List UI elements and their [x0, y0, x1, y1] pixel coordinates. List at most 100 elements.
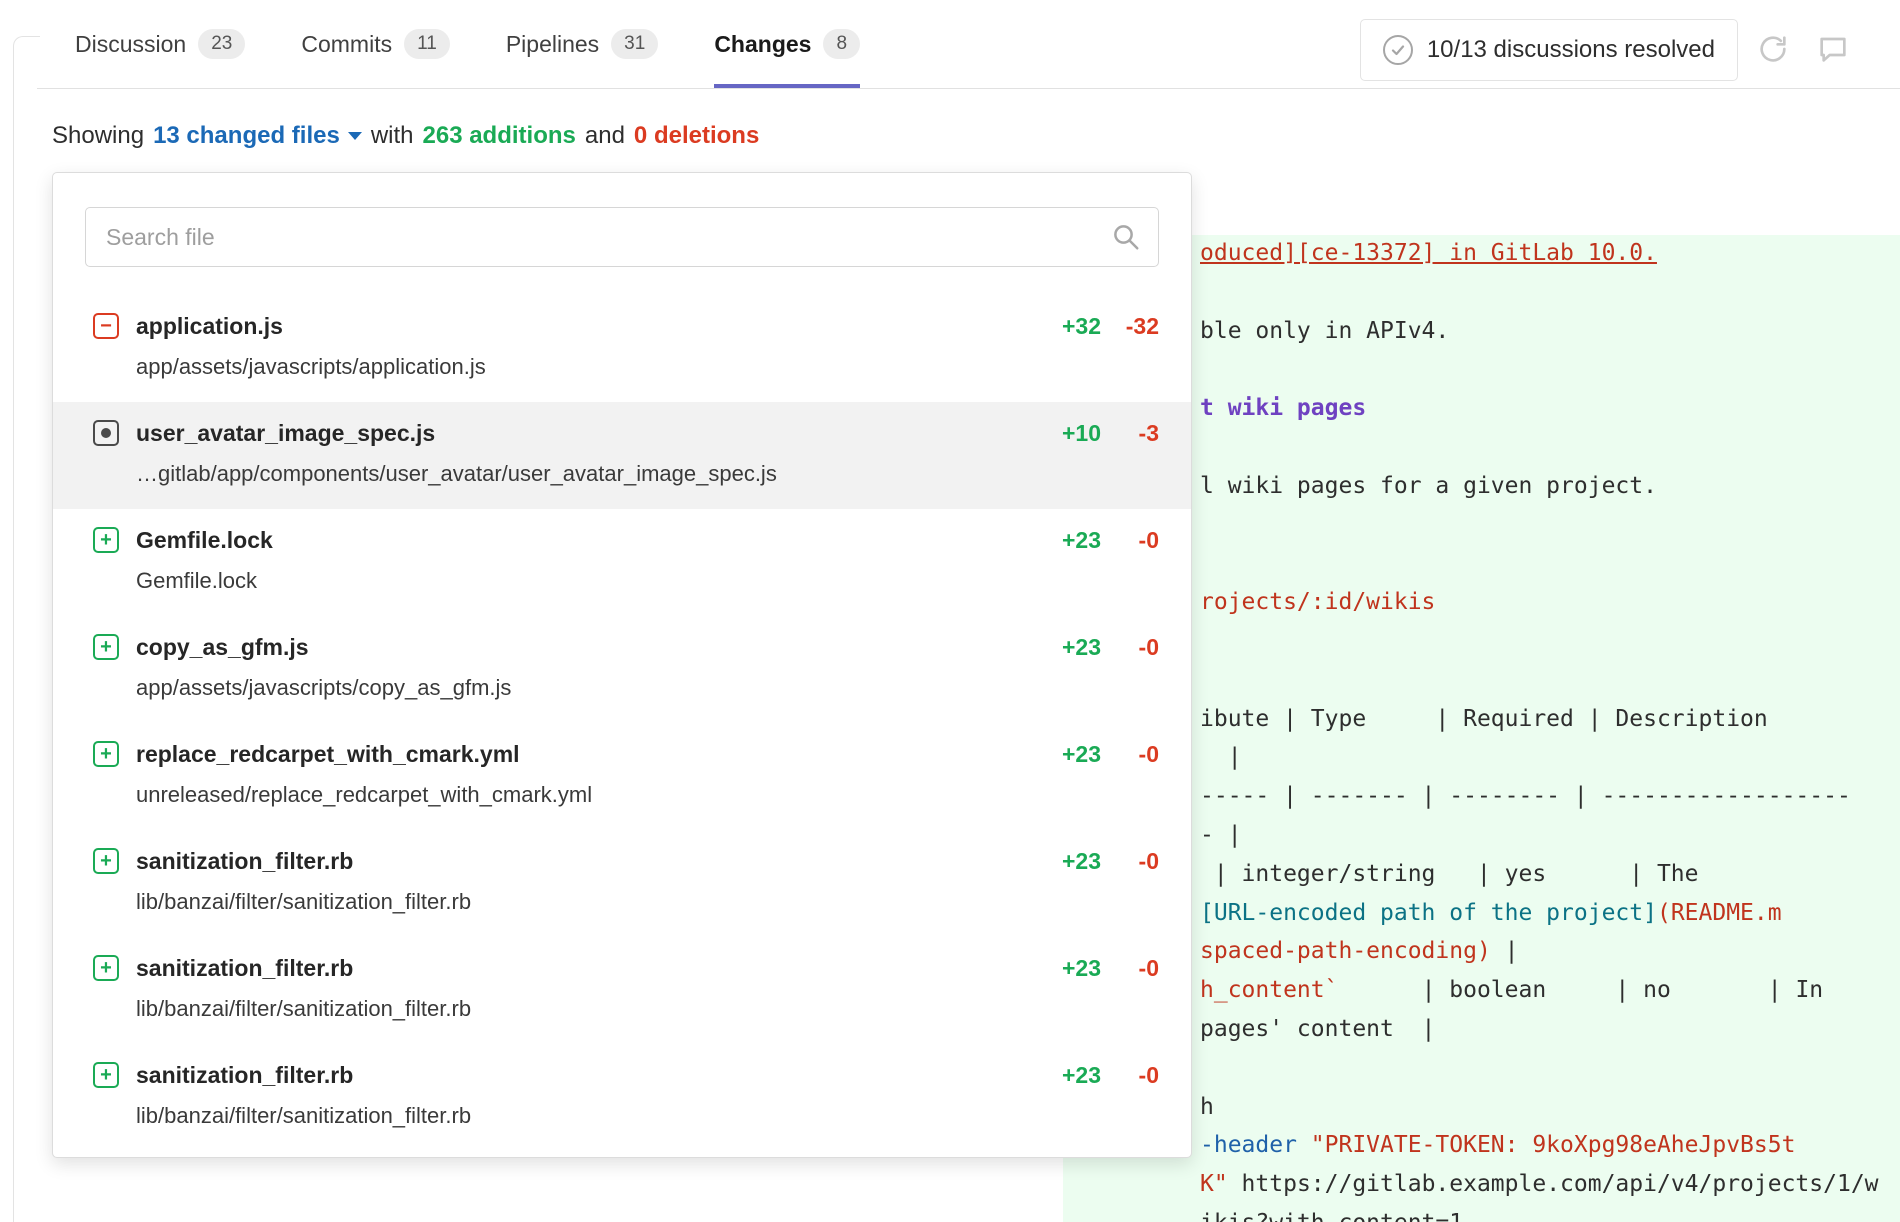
tab-commits[interactable]: Commits11	[301, 0, 449, 88]
file-deletions-count: -0	[1101, 525, 1159, 555]
file-list-item[interactable]: +sanitization_filter.rblib/banzai/filter…	[53, 830, 1191, 937]
file-additions-count: +32	[1027, 311, 1101, 341]
jump-to-next-discussion-button[interactable]	[1808, 25, 1858, 75]
file-path: lib/banzai/filter/sanitization_filter.rb	[136, 1101, 1027, 1131]
diff-line: -header "PRIVATE-TOKEN: 9koXpg98eAheJpvB…	[1200, 1126, 1879, 1165]
file-list-item[interactable]: + sanitization_filter.rb lib/banzai/filter…	[53, 937, 1191, 1044]
file-deletions-count: -0	[1101, 846, 1159, 876]
header-actions: 10/13 discussions resolved	[1360, 19, 1858, 81]
panel-corner-border	[13, 36, 40, 1222]
discussions-resolved-counter[interactable]: 10/13 discussions resolved	[1360, 19, 1738, 81]
merge-request-changes-page: 22 oduced][ce-13372] in GitLab 10.0. ble…	[0, 0, 1900, 1222]
diff-line: | integer/string | yes | The	[1200, 855, 1879, 894]
file-deletions-count: -0	[1101, 632, 1159, 662]
file-deleted-icon: −	[93, 313, 119, 339]
file-additions-count: +10	[1027, 418, 1101, 448]
file-search-input[interactable]	[85, 207, 1159, 267]
file-name: sanitization_filter.rb	[136, 953, 1027, 983]
diff-line: [URL-encoded path of the project](README…	[1200, 894, 1879, 933]
changed-files-dropdown-toggle[interactable]: 13 changed files	[153, 122, 362, 150]
file-additions-count: +23	[1027, 525, 1101, 555]
diff-line	[1200, 350, 1879, 389]
tab-discussion[interactable]: Discussion23	[75, 0, 245, 88]
file-list-item[interactable]: + sanitization_filter.rb lib/banzai/filter…	[53, 1044, 1191, 1151]
diff-line: ----- | ------- | -------- | -----------…	[1200, 777, 1879, 816]
deletions-total: 0 deletions	[634, 122, 759, 150]
changes-summary: Showing 13 changed files with 263 additi…	[52, 122, 759, 150]
file-added-icon: +	[93, 1062, 119, 1088]
file-name: Gemfile.lock	[136, 525, 1027, 555]
file-additions-count: +23	[1027, 846, 1101, 876]
file-deletions-count: -3	[1101, 418, 1159, 448]
file-path: app/assets/javascripts/application.js	[136, 352, 1027, 382]
tab-count-badge: 11	[404, 29, 450, 59]
diff-line	[1200, 622, 1879, 661]
file-name: copy_as_gfm.js	[136, 632, 1027, 662]
file-deletions-count: -0	[1101, 1060, 1159, 1090]
file-added-icon: +	[93, 634, 119, 660]
file-name: sanitization_filter.rb	[136, 1060, 1027, 1090]
tab-count-badge: 8	[823, 29, 860, 59]
file-path: lib/banzai/filter/sanitization_filter.rb	[136, 994, 1027, 1024]
file-list-item[interactable]: +replace_redcarpet_with_cmark.ymlunrelea…	[53, 723, 1191, 830]
file-additions-count: +23	[1027, 739, 1101, 769]
diff-line: h_content` | boolean | no | In	[1200, 971, 1879, 1010]
diff-line: oduced][ce-13372] in GitLab 10.0.	[1200, 234, 1879, 273]
file-deletions-count: -32	[1101, 311, 1159, 341]
caret-down-icon	[348, 132, 362, 140]
file-list-item[interactable]: −application.js app/assets/javascripts/ap…	[53, 295, 1191, 402]
circular-arrow-icon	[1757, 33, 1789, 68]
diff-line: - |	[1200, 816, 1879, 855]
diff-line: pages' content |	[1200, 1010, 1879, 1049]
file-path: lib/banzai/filter/sanitization_filter.rb	[136, 887, 1027, 917]
file-search	[85, 207, 1159, 267]
diff-line: ble only in APIv4.	[1200, 312, 1879, 351]
file-path: Gemfile.lock	[136, 566, 1027, 596]
file-deletions-count: -0	[1101, 739, 1159, 769]
diff-line	[1200, 428, 1879, 467]
file-name: sanitization_filter.rb	[136, 846, 1027, 876]
diff-code: oduced][ce-13372] in GitLab 10.0. ble on…	[1200, 234, 1879, 1222]
file-path: …gitlab/app/components/user_avatar/user_…	[136, 459, 1027, 489]
file-path: app/assets/javascripts/copy_as_gfm.js	[136, 673, 1027, 703]
diff-line: t wiki pages	[1200, 389, 1879, 428]
diff-line: l wiki pages for a given project.	[1200, 467, 1879, 506]
file-name: user_avatar_image_spec.js	[136, 418, 1027, 448]
changed-files-dropdown: −application.js app/assets/javascripts/ap…	[52, 172, 1192, 1158]
summary-prefix: Showing	[52, 122, 144, 150]
diff-line	[1200, 506, 1879, 545]
tab-label: Changes	[714, 31, 811, 58]
diff-line: |	[1200, 738, 1879, 777]
check-circle-icon	[1383, 35, 1413, 65]
file-added-icon: +	[93, 955, 119, 981]
file-additions-count: +23	[1027, 953, 1101, 983]
diff-line: spaced-path-encoding) |	[1200, 932, 1879, 971]
diff-line	[1200, 661, 1879, 700]
file-added-icon: +	[93, 741, 119, 767]
diff-line: ikis?with_content=1	[1200, 1204, 1879, 1222]
diff-line: h	[1200, 1088, 1879, 1127]
file-deletions-count: -0	[1101, 953, 1159, 983]
diff-line: ibute | Type | Required | Description	[1200, 700, 1879, 739]
tab-count-badge: 31	[611, 29, 658, 59]
diff-line	[1200, 273, 1879, 312]
file-path: unreleased/replace_redcarpet_with_cmark.…	[136, 780, 1027, 810]
tab-pipelines[interactable]: Pipelines 31	[506, 0, 658, 88]
file-additions-count: +23	[1027, 632, 1101, 662]
tab-label: Discussion	[75, 31, 186, 58]
changed-files-label: 13 changed files	[153, 122, 340, 150]
tab-label: Pipelines	[506, 31, 599, 58]
tab-changes[interactable]: Changes 8	[714, 0, 860, 88]
file-list-item[interactable]: user_avatar_image_spec.js …gitlab/app/com…	[53, 402, 1191, 509]
resolve-all-discussions-button[interactable]	[1748, 25, 1798, 75]
file-list-item[interactable]: + copy_as_gfm.js app/assets/javascripts/co…	[53, 616, 1191, 723]
comment-icon	[1817, 33, 1849, 68]
diff-line: K" https://gitlab.example.com/api/v4/pro…	[1200, 1165, 1879, 1204]
diff-line	[1200, 544, 1879, 583]
file-list: −application.js app/assets/javascripts/ap…	[53, 295, 1191, 1151]
summary-mid: with	[371, 122, 414, 150]
file-name: application.js	[136, 311, 1027, 341]
file-additions-count: +23	[1027, 1060, 1101, 1090]
file-list-item[interactable]: + Gemfile.lock Gemfile.lock+23-0	[53, 509, 1191, 616]
file-added-icon: +	[93, 527, 119, 553]
